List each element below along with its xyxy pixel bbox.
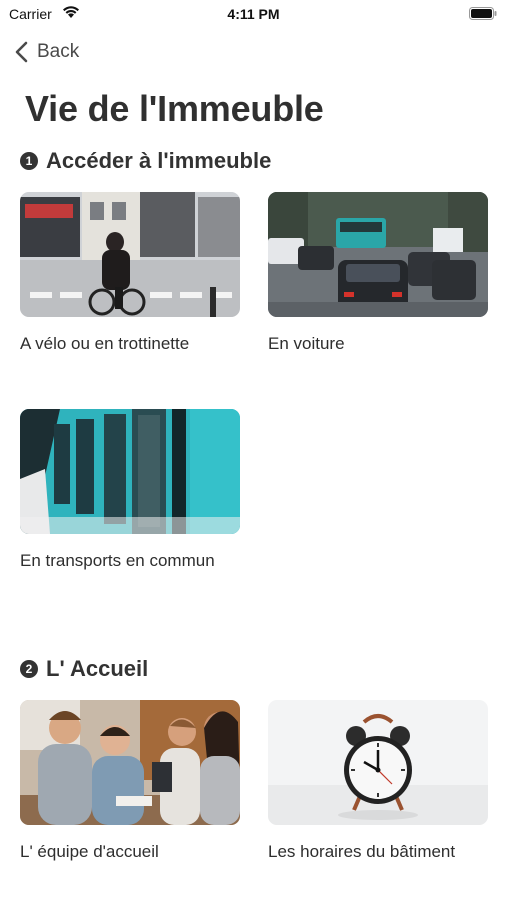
- card-label: L' équipe d'accueil: [20, 842, 159, 861]
- battery-icon: [469, 7, 497, 20]
- number-badge: 1: [20, 152, 38, 170]
- card-label: A vélo ou en trottinette: [20, 334, 190, 353]
- section-title-text: L' Accueil: [46, 656, 149, 681]
- back-button[interactable]: Back: [14, 38, 79, 66]
- card-reception-team[interactable]: L' équipe d'accueil: [20, 700, 240, 863]
- card-bike[interactable]: A vélo ou en trottinette: [20, 192, 240, 355]
- traffic-cars-photo: [268, 192, 488, 317]
- card-building-hours[interactable]: Les horaires du bâtiment: [268, 700, 488, 863]
- cyclist-street-photo: [20, 192, 240, 317]
- card-label: En transports en commun: [20, 551, 215, 570]
- status-time: 4:11 PM: [227, 6, 280, 22]
- section-title-reception: 2 L' Accueil: [20, 656, 148, 682]
- status-bar: Carrier 4:11 PM: [0, 0, 507, 30]
- team-meeting-photo: [20, 700, 240, 825]
- chevron-left-icon: [15, 41, 28, 63]
- card-car[interactable]: En voiture: [268, 192, 488, 355]
- metro-train-photo: [20, 409, 240, 534]
- section-title-access: 1 Accéder à l'immeuble: [20, 148, 271, 174]
- alarm-clock-photo: [268, 700, 488, 825]
- page-title: Vie de l'Immeuble: [25, 88, 324, 129]
- back-label: Back: [37, 41, 80, 62]
- card-transit[interactable]: En transports en commun: [20, 409, 240, 572]
- card-label: En voiture: [268, 334, 345, 353]
- section-title-text: Accéder à l'immeuble: [46, 148, 272, 173]
- number-badge: 2: [20, 660, 38, 678]
- card-label: Les horaires du bâtiment: [268, 842, 456, 861]
